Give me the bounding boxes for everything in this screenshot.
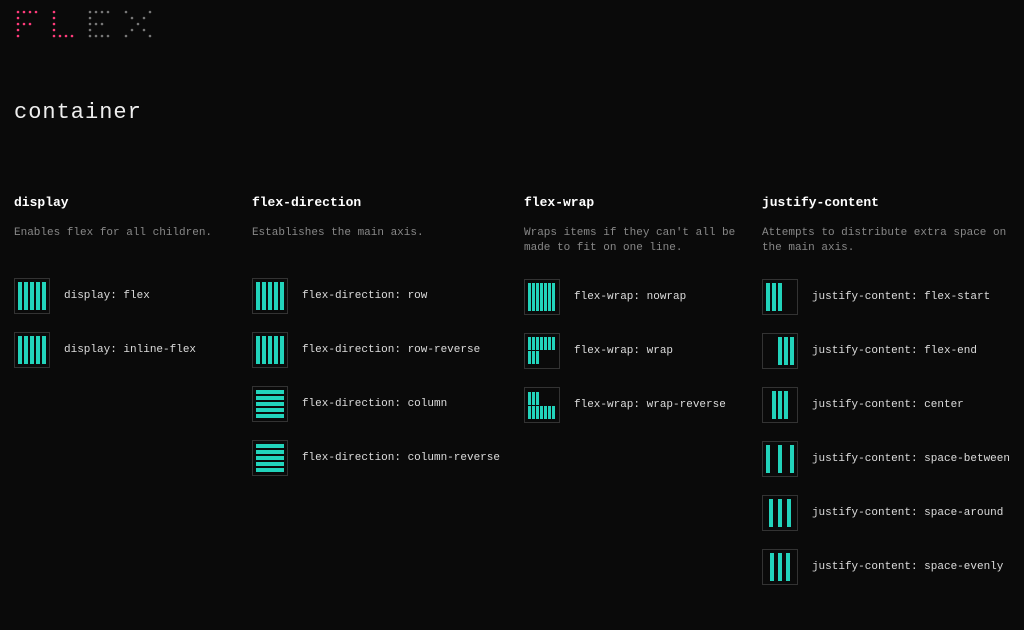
section-display: display Enables flex for all children. d… xyxy=(14,195,228,603)
section-desc: Attempts to distribute extra space on th… xyxy=(762,226,1010,257)
option-justify-content-space-between[interactable]: justify-content: space-between xyxy=(762,441,1010,477)
flex-row-fill-icon xyxy=(14,332,50,368)
flex-row-fill-icon xyxy=(252,278,288,314)
option-label: justify-content: flex-end xyxy=(812,345,977,357)
option-flex-direction-row-reverse[interactable]: flex-direction: row-reverse xyxy=(252,332,500,368)
option-display-inline-flex[interactable]: display: inline-flex xyxy=(14,332,228,368)
section-title: flex-direction xyxy=(252,195,500,210)
option-label: flex-wrap: wrap-reverse xyxy=(574,399,726,411)
option-flex-wrap-wrap[interactable]: flex-wrap: wrap xyxy=(524,333,738,369)
section-title: display xyxy=(14,195,228,210)
section-desc: Wraps items if they can't all be made to… xyxy=(524,226,738,257)
flex-logo xyxy=(0,0,1024,38)
option-label: flex-direction: column-reverse xyxy=(302,452,500,464)
option-label: justify-content: space-between xyxy=(812,453,1010,465)
jc-flex-end-icon xyxy=(762,333,798,369)
option-label: justify-content: space-around xyxy=(812,507,1003,519)
property-columns: display Enables flex for all children. d… xyxy=(14,195,1010,603)
flex-row-fill-icon xyxy=(14,278,50,314)
option-flex-direction-column[interactable]: flex-direction: column xyxy=(252,386,500,422)
option-justify-content-flex-start[interactable]: justify-content: flex-start xyxy=(762,279,1010,315)
section-title: justify-content xyxy=(762,195,1010,210)
section-flex-wrap: flex-wrap Wraps items if they can't all … xyxy=(524,195,738,603)
option-justify-content-flex-end[interactable]: justify-content: flex-end xyxy=(762,333,1010,369)
option-label: justify-content: flex-start xyxy=(812,291,990,303)
flex-col-fill-icon xyxy=(252,386,288,422)
section-desc: Enables flex for all children. xyxy=(14,226,228,256)
jc-flex-start-icon xyxy=(762,279,798,315)
option-label: display: flex xyxy=(64,290,150,302)
jc-space-between-icon xyxy=(762,441,798,477)
option-justify-content-space-around[interactable]: justify-content: space-around xyxy=(762,495,1010,531)
option-label: flex-direction: column xyxy=(302,398,447,410)
option-display-flex[interactable]: display: flex xyxy=(14,278,228,314)
option-label: flex-wrap: nowrap xyxy=(574,291,686,303)
page-title: container xyxy=(14,100,1010,125)
option-label: flex-wrap: wrap xyxy=(574,345,673,357)
option-flex-wrap-wrap-reverse[interactable]: flex-wrap: wrap-reverse xyxy=(524,387,738,423)
option-label: justify-content: space-evenly xyxy=(812,561,1003,573)
flex-col-fill-rev-icon xyxy=(252,440,288,476)
section-title: flex-wrap xyxy=(524,195,738,210)
wrap-wrap-icon xyxy=(524,333,560,369)
option-label: display: inline-flex xyxy=(64,344,196,356)
flex-row-fill-rev-icon xyxy=(252,332,288,368)
option-label: flex-direction: row xyxy=(302,290,427,302)
option-label: flex-direction: row-reverse xyxy=(302,344,480,356)
jc-space-around-icon xyxy=(762,495,798,531)
option-flex-wrap-nowrap[interactable]: flex-wrap: nowrap xyxy=(524,279,738,315)
option-label: justify-content: center xyxy=(812,399,964,411)
option-justify-content-center[interactable]: justify-content: center xyxy=(762,387,1010,423)
wrap-wrap-reverse-icon xyxy=(524,387,560,423)
jc-space-evenly-icon xyxy=(762,549,798,585)
section-flex-direction: flex-direction Establishes the main axis… xyxy=(252,195,500,603)
section-desc: Establishes the main axis. xyxy=(252,226,500,256)
jc-center-icon xyxy=(762,387,798,423)
option-flex-direction-column-reverse[interactable]: flex-direction: column-reverse xyxy=(252,440,500,476)
option-justify-content-space-evenly[interactable]: justify-content: space-evenly xyxy=(762,549,1010,585)
section-justify-content: justify-content Attempts to distribute e… xyxy=(762,195,1010,603)
option-flex-direction-row[interactable]: flex-direction: row xyxy=(252,278,500,314)
wrap-nowrap-icon xyxy=(524,279,560,315)
